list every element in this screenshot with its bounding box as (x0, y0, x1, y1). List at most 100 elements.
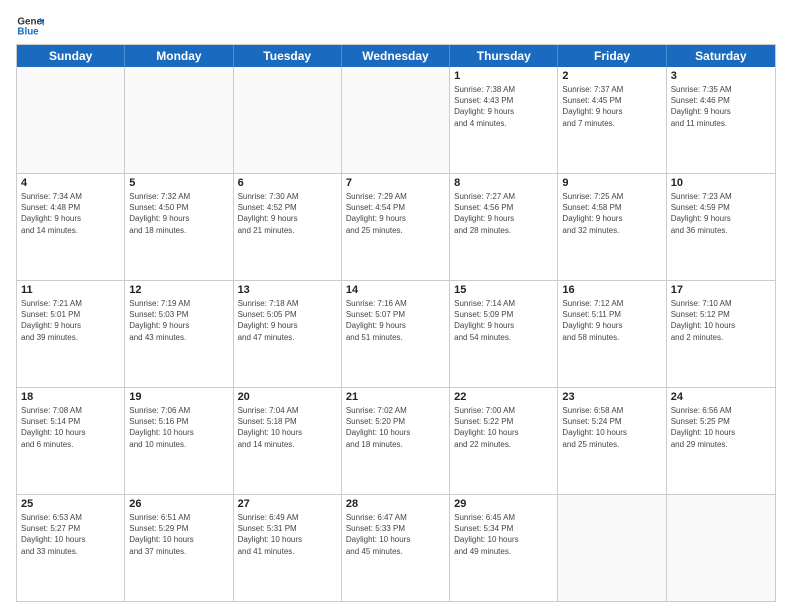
day-number: 21 (346, 391, 445, 403)
day-info: Sunrise: 6:53 AM Sunset: 5:27 PM Dayligh… (21, 512, 120, 557)
day-number: 5 (129, 177, 228, 189)
day-number: 25 (21, 498, 120, 510)
day-info: Sunrise: 7:06 AM Sunset: 5:16 PM Dayligh… (129, 405, 228, 450)
day-info: Sunrise: 6:45 AM Sunset: 5:34 PM Dayligh… (454, 512, 553, 557)
day-cell-4: 4Sunrise: 7:34 AM Sunset: 4:48 PM Daylig… (17, 174, 125, 280)
day-info: Sunrise: 7:14 AM Sunset: 5:09 PM Dayligh… (454, 298, 553, 343)
header-day-monday: Monday (125, 45, 233, 67)
week-row-3: 18 Sunrise: 7:08 AM Sunset: 5:14 PM Dayli… (17, 388, 775, 495)
day-info: Sunrise: 7:04 AM Sunset: 5:18 PM Dayligh… (238, 405, 337, 450)
day-cell-3: 3 Sunrise: 7:35 AM Sunset: 4:46 PM Daylig… (667, 67, 775, 173)
day-cell-14: 14 Sunrise: 7:16 AM Sunset: 5:07 PM Dayli… (342, 281, 450, 387)
calendar-header-row: SundayMondayTuesdayWednesdayThursdayFrid… (17, 45, 775, 67)
day-number: 12 (129, 284, 228, 296)
day-number: 29 (454, 498, 553, 510)
day-number: 8 (454, 177, 553, 189)
day-info: Sunrise: 7:25 AM Sunset: 4:58 PM Dayligh… (562, 191, 661, 236)
page: General Blue SundayMondayTuesdayWednesda… (0, 0, 792, 612)
day-info: Sunrise: 7:00 AM Sunset: 5:22 PM Dayligh… (454, 405, 553, 450)
day-info: Sunrise: 7:34 AM Sunset: 4:48 PM Dayligh… (21, 191, 120, 236)
day-info: Sunrise: 7:30 AM Sunset: 4:52 PM Dayligh… (238, 191, 337, 236)
day-info: Sunrise: 7:35 AM Sunset: 4:46 PM Dayligh… (671, 84, 771, 129)
day-number: 11 (21, 284, 120, 296)
day-cell-5: 5 Sunrise: 7:32 AM Sunset: 4:50 PM Daylig… (125, 174, 233, 280)
day-info: Sunrise: 7:12 AM Sunset: 5:11 PM Dayligh… (562, 298, 661, 343)
day-info: Sunrise: 6:49 AM Sunset: 5:31 PM Dayligh… (238, 512, 337, 557)
day-cell-18: 18 Sunrise: 7:08 AM Sunset: 5:14 PM Dayli… (17, 388, 125, 494)
day-info: Sunrise: 7:18 AM Sunset: 5:05 PM Dayligh… (238, 298, 337, 343)
day-number: 27 (238, 498, 337, 510)
day-cell-9: 9Sunrise: 7:25 AM Sunset: 4:58 PM Daylig… (558, 174, 666, 280)
day-cell-23: 23Sunrise: 6:58 AM Sunset: 5:24 PM Dayli… (558, 388, 666, 494)
day-cell-20: 20 Sunrise: 7:04 AM Sunset: 5:18 PM Dayli… (234, 388, 342, 494)
day-info: Sunrise: 7:38 AM Sunset: 4:43 PM Dayligh… (454, 84, 553, 129)
empty-cell (342, 67, 450, 173)
svg-text:Blue: Blue (17, 26, 39, 37)
header-day-friday: Friday (558, 45, 666, 67)
day-info: Sunrise: 7:29 AM Sunset: 4:54 PM Dayligh… (346, 191, 445, 236)
day-info: Sunrise: 7:21 AM Sunset: 5:01 PM Dayligh… (21, 298, 120, 343)
day-number: 22 (454, 391, 553, 403)
day-number: 23 (562, 391, 661, 403)
day-cell-15: 15 Sunrise: 7:14 AM Sunset: 5:09 PM Dayli… (450, 281, 558, 387)
day-info: Sunrise: 6:47 AM Sunset: 5:33 PM Dayligh… (346, 512, 445, 557)
day-number: 16 (562, 284, 661, 296)
day-cell-13: 13 Sunrise: 7:18 AM Sunset: 5:05 PM Dayli… (234, 281, 342, 387)
day-cell-25: 25 Sunrise: 6:53 AM Sunset: 5:27 PM Dayli… (17, 495, 125, 601)
day-cell-7: 7Sunrise: 7:29 AM Sunset: 4:54 PM Daylig… (342, 174, 450, 280)
day-info: Sunrise: 7:27 AM Sunset: 4:56 PM Dayligh… (454, 191, 553, 236)
day-cell-17: 17 Sunrise: 7:10 AM Sunset: 5:12 PM Dayli… (667, 281, 775, 387)
day-info: Sunrise: 7:16 AM Sunset: 5:07 PM Dayligh… (346, 298, 445, 343)
day-number: 15 (454, 284, 553, 296)
header-day-sunday: Sunday (17, 45, 125, 67)
day-number: 26 (129, 498, 228, 510)
day-info: Sunrise: 7:23 AM Sunset: 4:59 PM Dayligh… (671, 191, 771, 236)
day-number: 18 (21, 391, 120, 403)
day-cell-1: 1 Sunrise: 7:38 AM Sunset: 4:43 PM Daylig… (450, 67, 558, 173)
header-day-wednesday: Wednesday (342, 45, 450, 67)
empty-cell (234, 67, 342, 173)
day-cell-8: 8 Sunrise: 7:27 AM Sunset: 4:56 PM Daylig… (450, 174, 558, 280)
day-cell-16: 16 Sunrise: 7:12 AM Sunset: 5:11 PM Dayli… (558, 281, 666, 387)
empty-cell (125, 67, 233, 173)
day-number: 19 (129, 391, 228, 403)
day-cell-26: 26 Sunrise: 6:51 AM Sunset: 5:29 PM Dayli… (125, 495, 233, 601)
logo-icon: General Blue (16, 12, 44, 40)
day-number: 3 (671, 70, 771, 82)
day-cell-2: 2Sunrise: 7:37 AM Sunset: 4:45 PM Daylig… (558, 67, 666, 173)
day-cell-27: 27 Sunrise: 6:49 AM Sunset: 5:31 PM Dayli… (234, 495, 342, 601)
empty-cell (667, 495, 775, 601)
empty-cell (17, 67, 125, 173)
day-number: 14 (346, 284, 445, 296)
day-cell-22: 22 Sunrise: 7:00 AM Sunset: 5:22 PM Dayli… (450, 388, 558, 494)
day-info: Sunrise: 7:08 AM Sunset: 5:14 PM Dayligh… (21, 405, 120, 450)
header-day-saturday: Saturday (667, 45, 775, 67)
day-cell-6: 6Sunrise: 7:30 AM Sunset: 4:52 PM Daylig… (234, 174, 342, 280)
day-cell-21: 21 Sunrise: 7:02 AM Sunset: 5:20 PM Dayli… (342, 388, 450, 494)
day-info: Sunrise: 6:51 AM Sunset: 5:29 PM Dayligh… (129, 512, 228, 557)
day-number: 1 (454, 70, 553, 82)
day-number: 17 (671, 284, 771, 296)
day-info: Sunrise: 7:10 AM Sunset: 5:12 PM Dayligh… (671, 298, 771, 343)
header-day-tuesday: Tuesday (234, 45, 342, 67)
day-info: Sunrise: 7:19 AM Sunset: 5:03 PM Dayligh… (129, 298, 228, 343)
day-cell-19: 19 Sunrise: 7:06 AM Sunset: 5:16 PM Dayli… (125, 388, 233, 494)
day-cell-24: 24 Sunrise: 6:56 AM Sunset: 5:25 PM Dayli… (667, 388, 775, 494)
week-row-0: 1 Sunrise: 7:38 AM Sunset: 4:43 PM Daylig… (17, 67, 775, 174)
day-number: 10 (671, 177, 771, 189)
day-cell-28: 28 Sunrise: 6:47 AM Sunset: 5:33 PM Dayli… (342, 495, 450, 601)
empty-cell (558, 495, 666, 601)
day-info: Sunrise: 6:56 AM Sunset: 5:25 PM Dayligh… (671, 405, 771, 450)
day-cell-29: 29 Sunrise: 6:45 AM Sunset: 5:34 PM Dayli… (450, 495, 558, 601)
day-number: 28 (346, 498, 445, 510)
day-number: 20 (238, 391, 337, 403)
day-number: 24 (671, 391, 771, 403)
day-info: Sunrise: 7:32 AM Sunset: 4:50 PM Dayligh… (129, 191, 228, 236)
day-number: 13 (238, 284, 337, 296)
week-row-1: 4Sunrise: 7:34 AM Sunset: 4:48 PM Daylig… (17, 174, 775, 281)
week-row-4: 25 Sunrise: 6:53 AM Sunset: 5:27 PM Dayli… (17, 495, 775, 601)
day-info: Sunrise: 7:02 AM Sunset: 5:20 PM Dayligh… (346, 405, 445, 450)
week-row-2: 11 Sunrise: 7:21 AM Sunset: 5:01 PM Dayli… (17, 281, 775, 388)
header: General Blue (16, 12, 776, 40)
day-cell-11: 11 Sunrise: 7:21 AM Sunset: 5:01 PM Dayli… (17, 281, 125, 387)
